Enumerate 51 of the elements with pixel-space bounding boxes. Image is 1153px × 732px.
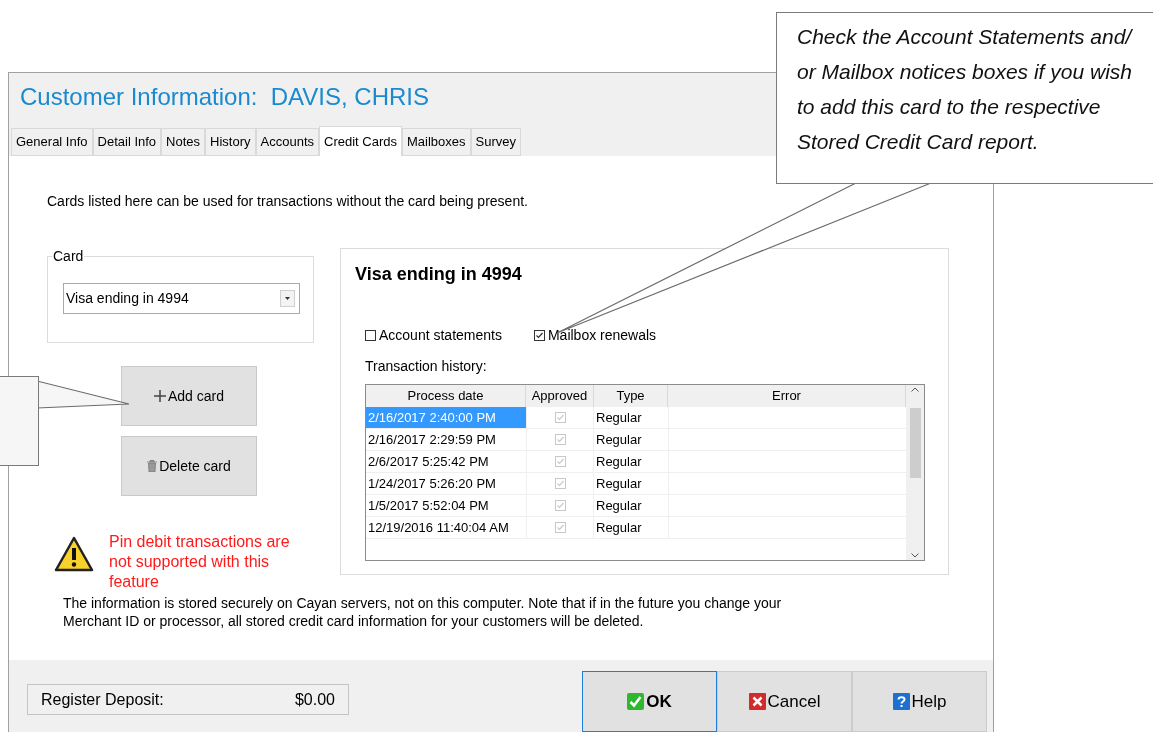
table-cell: 2/16/2017 2:40:00 PM [366,407,526,428]
checkbox-label: Account statements [379,326,502,345]
table-cell-text: 1/24/2017 5:26:20 PM [367,475,497,493]
help-button[interactable]: Help [852,671,987,732]
cancel-button[interactable]: Cancel [717,671,852,732]
checkbox[interactable] [365,330,376,341]
info-text: The information is stored securely on Cayan servers, not on this computer. Note that if in the future you change your Merchant ID or processor, all stored credit card information for your customers will be deleted. [63,594,783,630]
register-value: $0.00 [294,689,335,710]
history-label: Transaction history: [365,357,488,376]
scrollbar[interactable] [906,385,924,560]
help-icon [892,693,910,710]
warning-text: Pin debit transactions are not supported with this feature [109,532,291,592]
plus-icon [153,390,166,402]
scroll-up-icon[interactable] [911,387,919,392]
ok-button[interactable]: OK [582,671,717,732]
checked-checkbox[interactable] [533,330,545,341]
register-label: Register Deposit: [41,689,164,710]
table-cell-text: Regular [595,475,643,493]
table-cell-text: Regular [595,409,643,427]
delete-card-button[interactable]: Delete card [121,436,257,496]
table-cell-text: 2/16/2017 2:29:59 PM [367,431,497,449]
tab[interactable]: Survey [470,128,521,156]
tab[interactable]: Mailboxes [401,128,471,156]
add-card-button[interactable]: Add card [121,366,257,426]
warning-icon [54,536,94,572]
column-header[interactable]: Type [594,385,668,407]
tab[interactable]: History [205,128,256,156]
tab[interactable]: Notes [161,128,206,156]
trash-icon [147,460,158,472]
panel-title: Visa ending in 4994 [355,263,523,285]
card-dropdown[interactable]: Visa ending in 4994 [63,283,300,314]
scroll-down-icon[interactable] [911,553,919,558]
tab[interactable]: Accounts [255,128,319,156]
checkmark-icon [627,693,645,710]
table-cell-text: Regular [595,519,643,537]
tab[interactable]: Credit Cards [319,126,402,156]
intro-text: Cards listed here can be used for transactions without the card being present. [47,192,529,211]
tab[interactable]: General Info [11,128,93,156]
table-cell-text: Regular [595,497,643,515]
column-header[interactable]: Approved [526,385,594,407]
table-cell-text: 12/19/2016 11:40:04 AM [367,519,510,537]
scrollbar-thumb[interactable] [909,407,921,478]
checkbox-label: Mailbox renewals [547,326,657,345]
window-title: Customer Information: DAVIS, CHRIS [20,83,429,110]
tab[interactable]: Detail Info [92,128,162,156]
close-icon [748,693,766,710]
table-cell-text: 1/5/2017 5:52:04 PM [367,497,490,515]
table-cell-text: 2/6/2017 5:25:42 PM [367,453,490,471]
table-cell-text: Regular [595,453,643,471]
table-cell-text: Regular [595,431,643,449]
callout-text: Check the Account Statements and/ or Mailbox notices boxes if you wish to add this card to the respective Stored Credit Card report. [797,24,1134,155]
